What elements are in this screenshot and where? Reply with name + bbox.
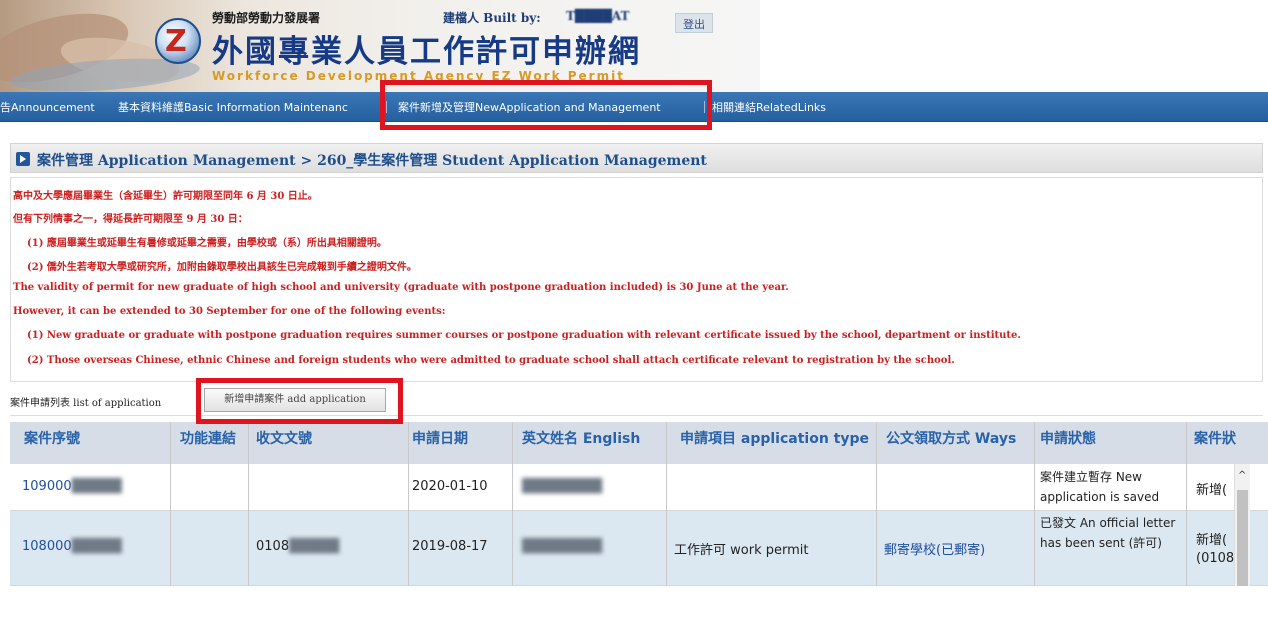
document-way-link[interactable]: 郵寄學校(已郵寄) [884, 539, 985, 558]
builder-name: T████AT [566, 9, 630, 23]
col-header-case-status[interactable]: 案件狀 [1194, 428, 1264, 448]
col-header-application-status[interactable]: 申請狀態 [1040, 428, 1180, 448]
column-divider [1034, 422, 1035, 586]
section-header: 案件管理 Application Management > 260_學生案件管理… [10, 143, 1263, 173]
case-number-link[interactable]: 108000█████ [22, 539, 122, 554]
agency-name: 勞動部勞動力發展署 [212, 11, 321, 25]
table-row: 108000█████ 0108█████ 2019-08-17 ███████… [10, 511, 1268, 586]
builder-label: 建檔人 Built by: [443, 11, 541, 25]
col-header-case-no[interactable]: 案件序號 [24, 428, 164, 448]
case-status: 新增( [1196, 533, 1228, 548]
table-scrollbar[interactable]: ^ [1234, 464, 1250, 586]
logout-button[interactable]: 登出 [675, 13, 713, 33]
site-title: 外國專業人員工作許可申辦網 [212, 34, 641, 70]
main-menu: 告Announcement 基本資料維護Basic Information Ma… [0, 92, 1268, 122]
column-divider [512, 422, 513, 586]
banner-graphic: Z 勞動部勞動力發展署 外國專業人員工作許可申辦網 Workforce Deve… [0, 0, 760, 92]
col-header-doc-no[interactable]: 收文文號 [256, 428, 406, 448]
column-divider [1186, 422, 1187, 586]
application-date: 2020-01-10 [412, 479, 488, 494]
column-divider [248, 422, 249, 586]
table-header: 案件序號 功能連結 收文文號 申請日期 英文姓名 English 申請項目 ap… [10, 422, 1268, 464]
menu-item-application-management[interactable]: 案件新增及管理NewApplication and Management [398, 99, 661, 115]
menu-item-announcement[interactable]: 告Announcement [0, 99, 95, 115]
menu-divider [386, 101, 387, 113]
application-status: 案件建立暫存 New application is saved [1040, 470, 1160, 504]
section-arrow-icon [16, 152, 30, 166]
site-banner: Z 勞動部勞動力發展署 外國專業人員工作許可申辦網 Workforce Deve… [0, 0, 1268, 92]
col-header-english-name[interactable]: 英文姓名 English [522, 428, 670, 448]
english-name: ████████ [522, 479, 602, 494]
notice-line: 但有下列情事之一，得延長許可期限至 9 月 30 日： [13, 214, 248, 225]
col-header-date[interactable]: 申請日期 [412, 428, 512, 448]
english-name: ████████ [522, 539, 602, 554]
agency-logo: Z [155, 18, 201, 64]
menu-divider [704, 101, 705, 113]
case-number-link[interactable]: 109000█████ [22, 479, 122, 494]
application-type: 工作許可 work permit [674, 543, 809, 558]
column-divider [876, 422, 877, 586]
application-status: 已發文 An official letter has been sent (許可… [1040, 516, 1176, 550]
table-row: 109000█████ 2020-01-10 ████████ 案件建立暫存 N… [10, 464, 1268, 511]
notice-line: However, it can be extended to 30 Septem… [13, 306, 446, 317]
notice-line: (2) Those overseas Chinese, ethnic Chine… [27, 355, 955, 366]
column-divider [170, 422, 171, 586]
list-label: 案件申請列表 list of application [10, 398, 162, 409]
scrollbar-thumb[interactable] [1237, 490, 1248, 586]
case-status: 新增( [1196, 483, 1228, 498]
menu-item-related-links[interactable]: 相關連結RelatedLinks [712, 99, 826, 115]
scroll-up-icon[interactable]: ^ [1238, 470, 1246, 481]
notice-line: (2) 僑外生若考取大學或研究所，加附由錄取學校出具該生已完成報到手續之證明文件… [27, 262, 417, 273]
column-divider [666, 422, 667, 586]
col-header-function-link[interactable]: 功能連結 [180, 428, 248, 448]
menu-item-basic-info[interactable]: 基本資料維護Basic Information Maintenanc [118, 99, 376, 115]
case-status-detail: (0108 [1196, 551, 1235, 566]
notice-line: 高中及大學應屆畢業生（含延畢生）許可期限至同年 6 月 30 日止。 [13, 191, 318, 202]
application-date: 2019-08-17 [412, 539, 488, 554]
permit-notice: 高中及大學應屆畢業生（含延畢生）許可期限至同年 6 月 30 日止。 但有下列情… [10, 177, 1263, 382]
doc-number: 0108█████ [256, 539, 340, 554]
application-list-bar: 案件申請列表 list of application 新增申請案件 add ap… [10, 384, 1263, 416]
col-header-ways[interactable]: 公文領取方式 Ways [886, 428, 1036, 448]
notice-line: The validity of permit for new graduate … [13, 282, 789, 293]
notice-line: (1) 應屆畢業生或延畢生有暑修或延畢之需要，由學校或（系）所出具相關證明。 [27, 238, 387, 249]
breadcrumb: 案件管理 Application Management > 260_學生案件管理… [37, 153, 707, 169]
column-divider [408, 422, 409, 586]
col-header-application-type[interactable]: 申請項目 application type [680, 428, 878, 448]
site-subtitle: Workforce Development Agency EZ Work Per… [212, 69, 625, 83]
application-table: 案件序號 功能連結 收文文號 申請日期 英文姓名 English 申請項目 ap… [10, 422, 1268, 586]
notice-line: (1) New graduate or graduate with postpo… [27, 330, 1021, 341]
add-application-button[interactable]: 新增申請案件 add application [204, 388, 386, 412]
